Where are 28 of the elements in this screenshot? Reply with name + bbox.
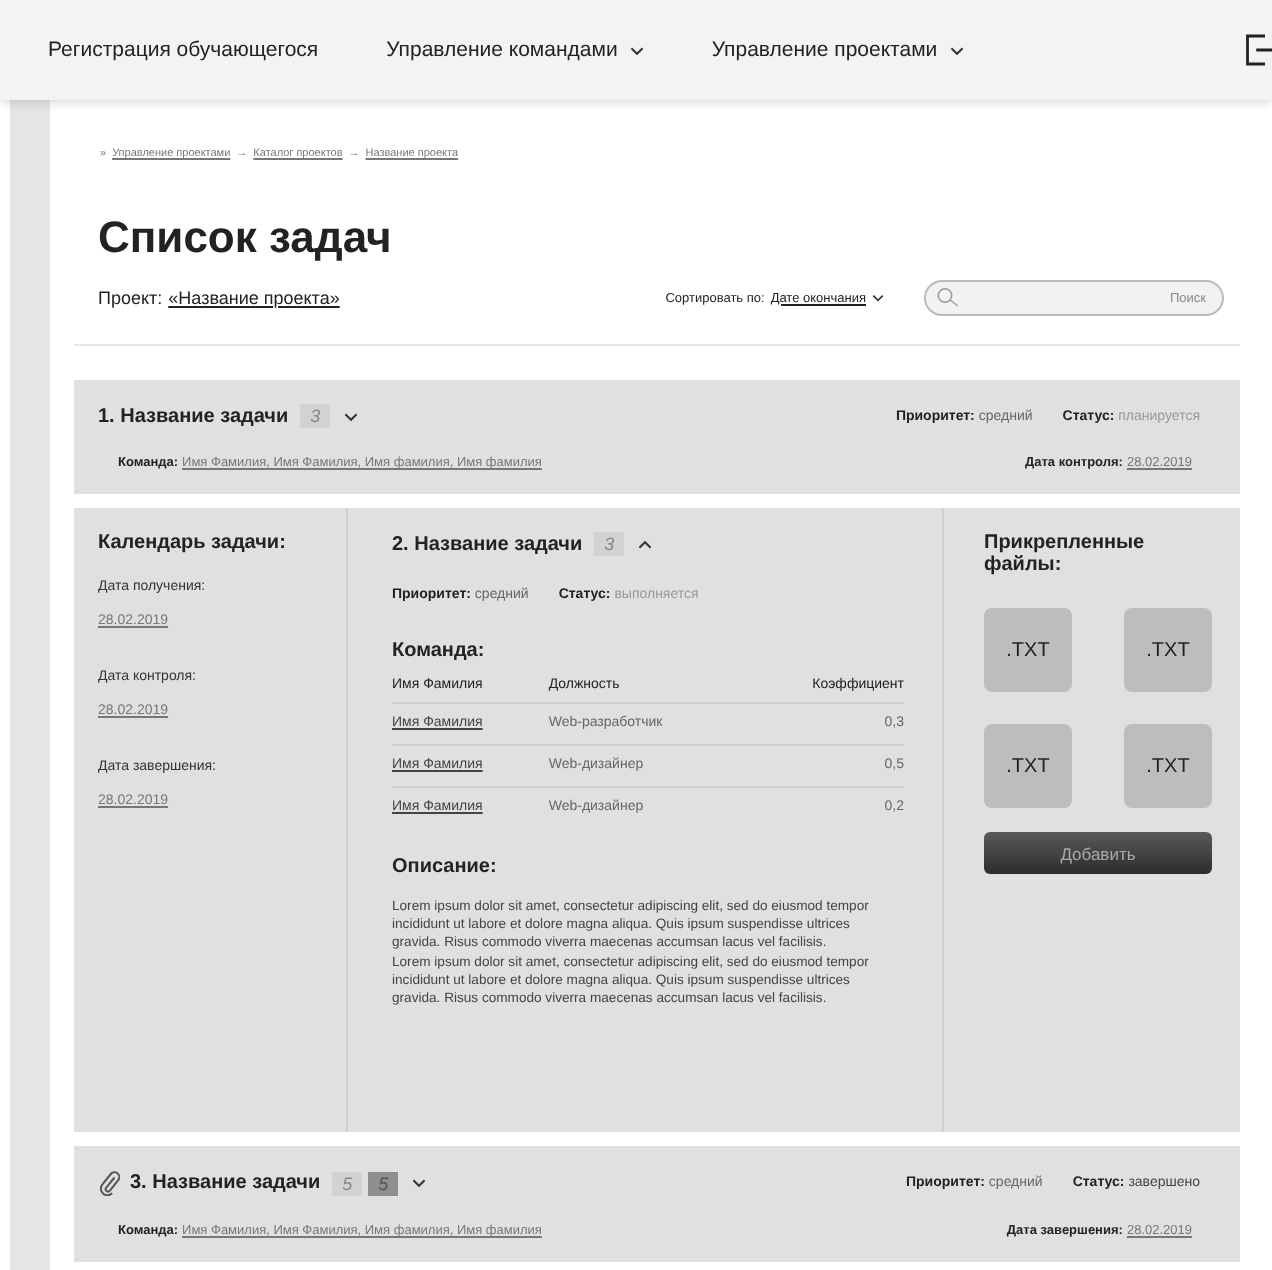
logout-icon[interactable] (1244, 32, 1272, 68)
project-link[interactable]: «Название проекта» (168, 288, 340, 308)
file-tile[interactable]: .TXT (1124, 608, 1212, 692)
task-title[interactable]: 3. Название задачи (130, 1172, 321, 1194)
chevron-down-icon (872, 294, 884, 302)
files-heading: Прикрепленные файлы: (984, 532, 1147, 576)
file-tile[interactable]: .TXT (1124, 724, 1212, 808)
count-badge: 3 (300, 404, 331, 428)
search-icon (936, 286, 960, 308)
calendar-heading: Календарь задачи: (98, 532, 288, 554)
team-heading: Команда: (392, 640, 487, 662)
collapse-chevron-icon[interactable] (638, 539, 653, 549)
file-tile[interactable]: .TXT (984, 608, 1072, 692)
nav-menu-item[interactable]: Управление командами (386, 38, 644, 62)
expand-chevron-icon[interactable] (344, 411, 359, 421)
add-button[interactable]: Добавить (984, 832, 1212, 874)
count-badge: 3 (594, 532, 625, 556)
expand-chevron-icon[interactable] (412, 1178, 427, 1188)
nav-menu-item[interactable]: Управление проектами (711, 38, 964, 62)
description-heading: Описание: (392, 856, 499, 878)
task-title[interactable]: 1. Название задачи (98, 405, 289, 427)
count-badge: 5 (332, 1171, 363, 1195)
project-label: Проект: (98, 288, 163, 308)
count-badge: 5 (368, 1171, 399, 1195)
nav-menu-item[interactable]: Регистрация обучающегося (48, 38, 319, 62)
file-tile[interactable]: .TXT (984, 724, 1072, 808)
task-title[interactable]: 2. Название задачи (392, 533, 583, 555)
page-title: Список задач (98, 212, 394, 264)
